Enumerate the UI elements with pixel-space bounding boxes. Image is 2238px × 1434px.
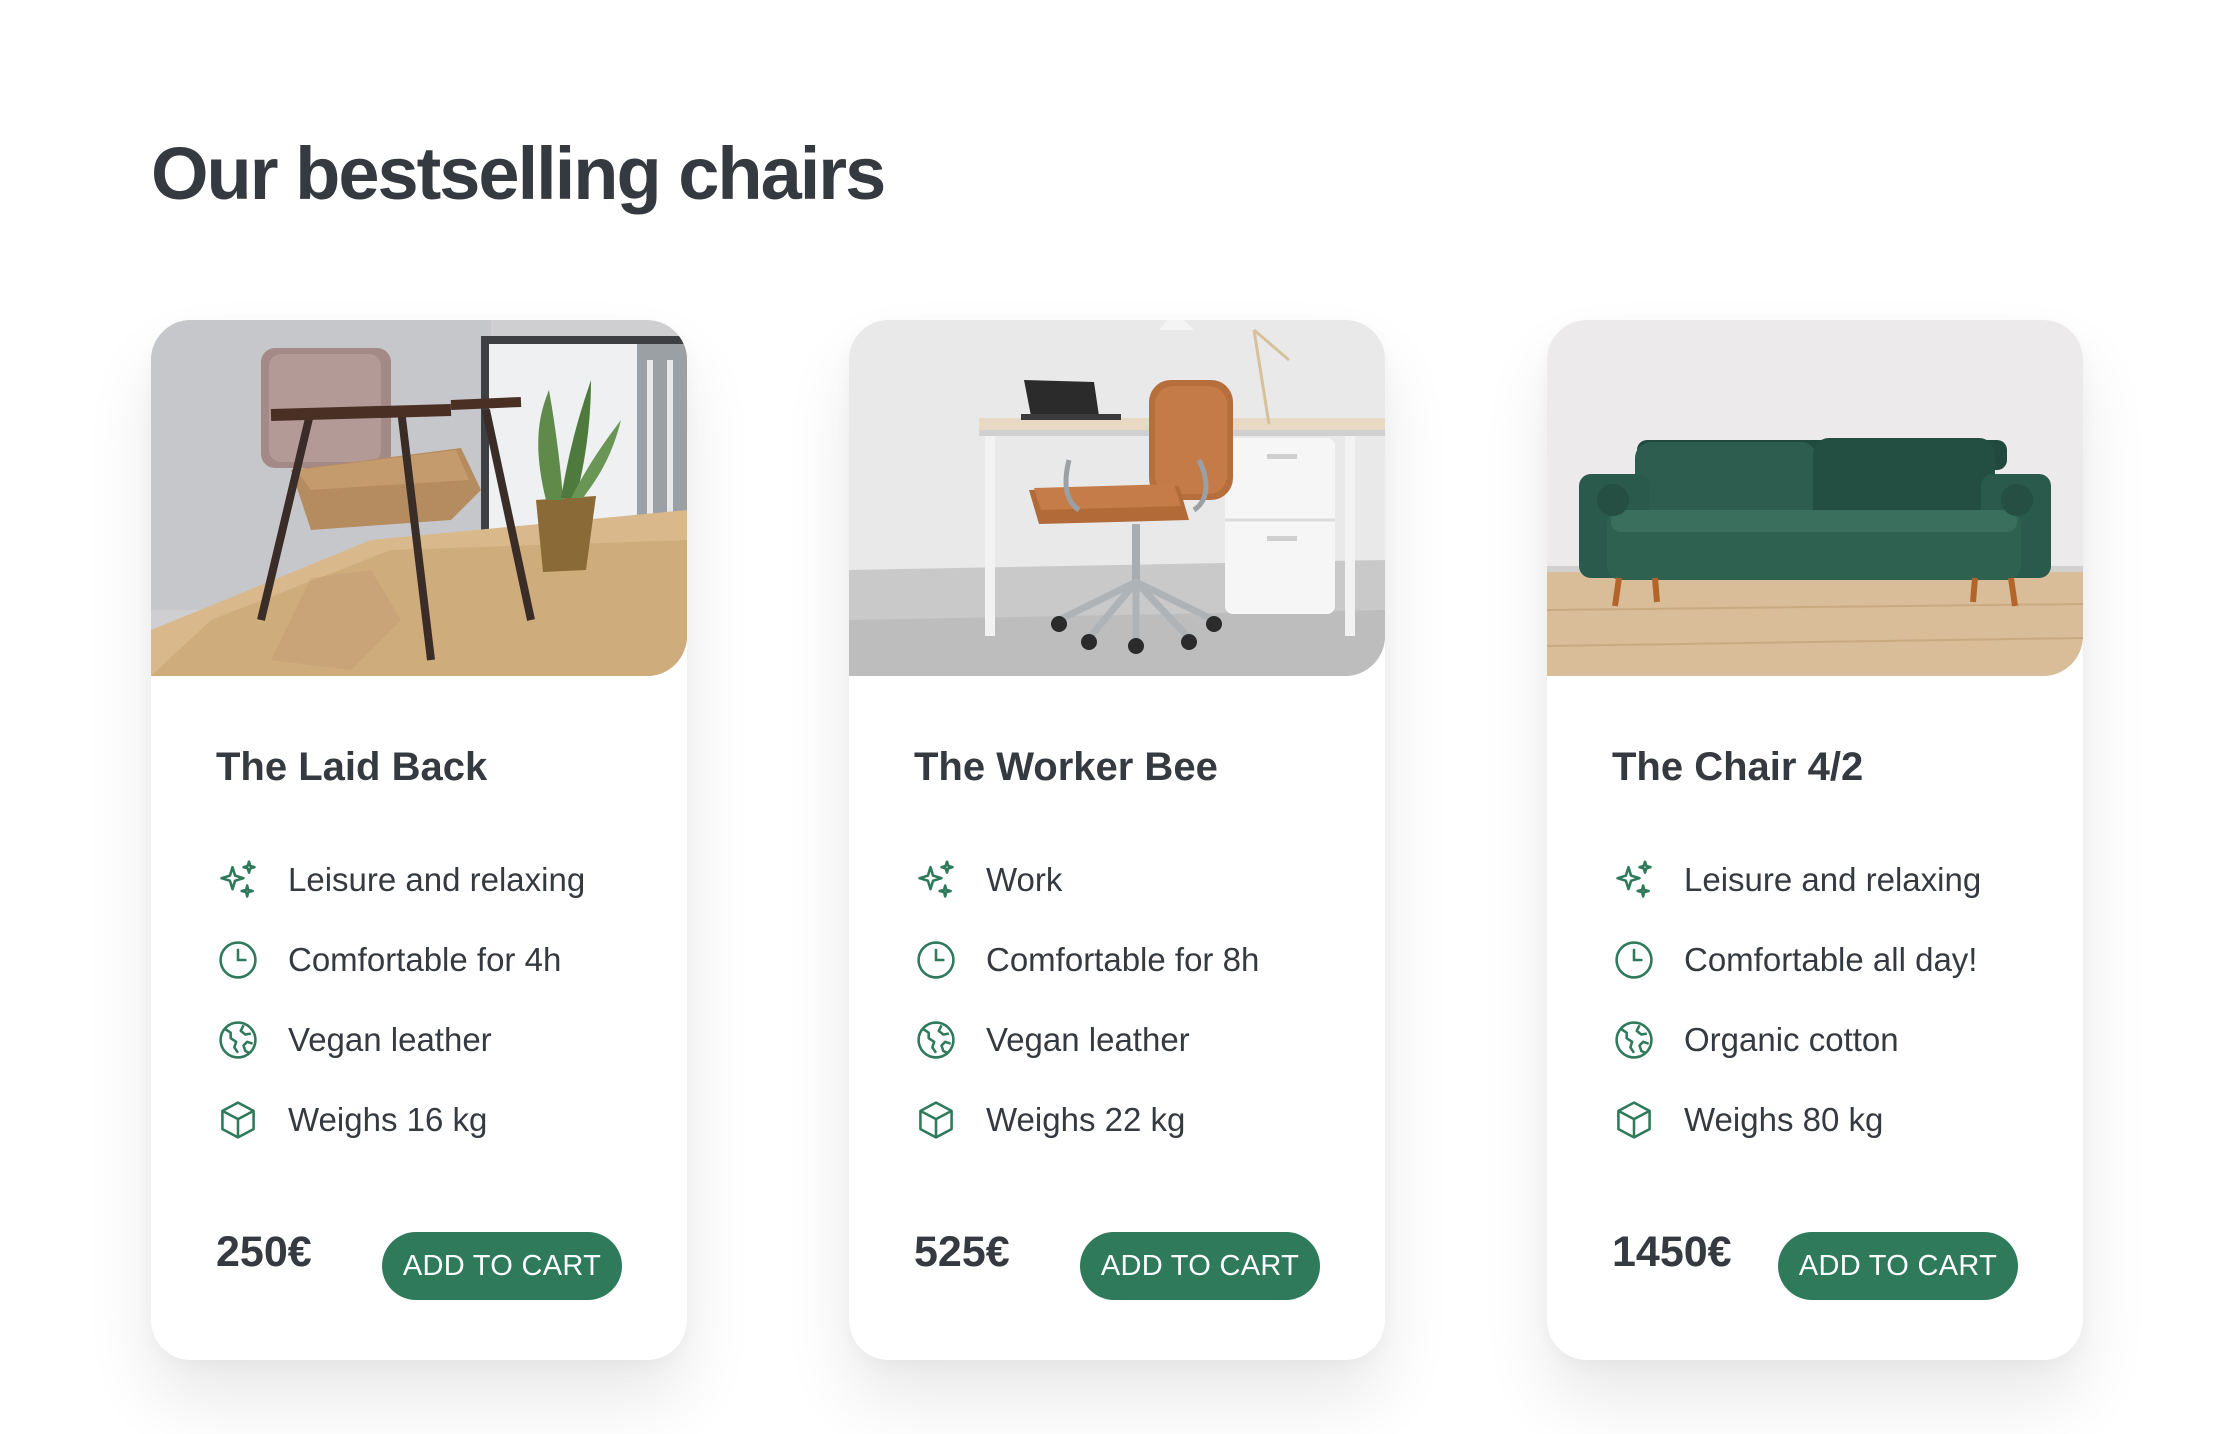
attribute-item: Leisure and relaxing xyxy=(216,840,585,920)
product-attributes: Leisure and relaxing Comfortable for 4h … xyxy=(216,840,585,1160)
attribute-item: Comfortable for 8h xyxy=(914,920,1259,1000)
page-title: Our bestselling chairs xyxy=(151,132,886,215)
attribute-item: Vegan leather xyxy=(216,1000,585,1080)
attribute-text: Comfortable for 8h xyxy=(986,941,1260,978)
attribute-item: Leisure and relaxing xyxy=(1612,840,1981,920)
product-image-chair-4-2 xyxy=(1547,320,2083,676)
globe-icon xyxy=(1612,1018,1656,1062)
attribute-text: Vegan leather xyxy=(986,1021,1190,1058)
product-card-laid-back: The Laid Back Leisure and relaxing Comfo… xyxy=(151,320,687,1360)
attribute-text: Leisure and relaxing xyxy=(288,861,586,898)
clock-icon xyxy=(216,938,260,982)
add-to-cart-button[interactable]: ADD TO CART xyxy=(382,1232,622,1300)
attribute-item: Organic cotton xyxy=(1612,1000,1981,1080)
clock-icon xyxy=(1612,938,1656,982)
attribute-text: Organic cotton xyxy=(1684,1021,1899,1058)
attribute-item: Comfortable for 4h xyxy=(216,920,585,1000)
product-title: The Chair 4/2 xyxy=(1612,745,1864,789)
attribute-text: Vegan leather xyxy=(288,1021,492,1058)
attribute-text: Weighs 80 kg xyxy=(1684,1101,1884,1138)
product-price: 525€ xyxy=(914,1228,1010,1276)
cube-icon xyxy=(216,1098,260,1142)
product-attributes: Leisure and relaxing Comfortable all day… xyxy=(1612,840,1981,1160)
sparkles-icon xyxy=(216,858,260,902)
add-to-cart-button[interactable]: ADD TO CART xyxy=(1080,1232,1320,1300)
product-attributes: Work Comfortable for 8h Vegan leather We… xyxy=(914,840,1259,1160)
attribute-item: Weighs 80 kg xyxy=(1612,1080,1981,1160)
attribute-text: Leisure and relaxing xyxy=(1684,861,1982,898)
add-to-cart-button[interactable]: ADD TO CART xyxy=(1778,1232,2018,1300)
product-price: 1450€ xyxy=(1612,1228,1732,1276)
attribute-text: Comfortable all day! xyxy=(1684,941,1978,978)
attribute-text: Comfortable for 4h xyxy=(288,941,562,978)
attribute-item: Weighs 16 kg xyxy=(216,1080,585,1160)
product-image-worker-bee xyxy=(849,320,1385,676)
attribute-text: Work xyxy=(986,861,1063,898)
product-price: 250€ xyxy=(216,1228,312,1276)
product-title: The Laid Back xyxy=(216,745,488,789)
product-card-chair-4-2: The Chair 4/2 Leisure and relaxing Comfo… xyxy=(1547,320,2083,1360)
product-title: The Worker Bee xyxy=(914,745,1218,789)
attribute-text: Weighs 16 kg xyxy=(288,1101,488,1138)
sparkles-icon xyxy=(1612,858,1656,902)
sparkles-icon xyxy=(914,858,958,902)
attribute-item: Weighs 22 kg xyxy=(914,1080,1259,1160)
cube-icon xyxy=(1612,1098,1656,1142)
globe-icon xyxy=(914,1018,958,1062)
attribute-item: Comfortable all day! xyxy=(1612,920,1981,1000)
attribute-item: Vegan leather xyxy=(914,1000,1259,1080)
attribute-text: Weighs 22 kg xyxy=(986,1101,1186,1138)
globe-icon xyxy=(216,1018,260,1062)
product-card-worker-bee: The Worker Bee Work Comfortable for 8h V… xyxy=(849,320,1385,1360)
attribute-item: Work xyxy=(914,840,1259,920)
cube-icon xyxy=(914,1098,958,1142)
product-image-laid-back xyxy=(151,320,687,676)
clock-icon xyxy=(914,938,958,982)
